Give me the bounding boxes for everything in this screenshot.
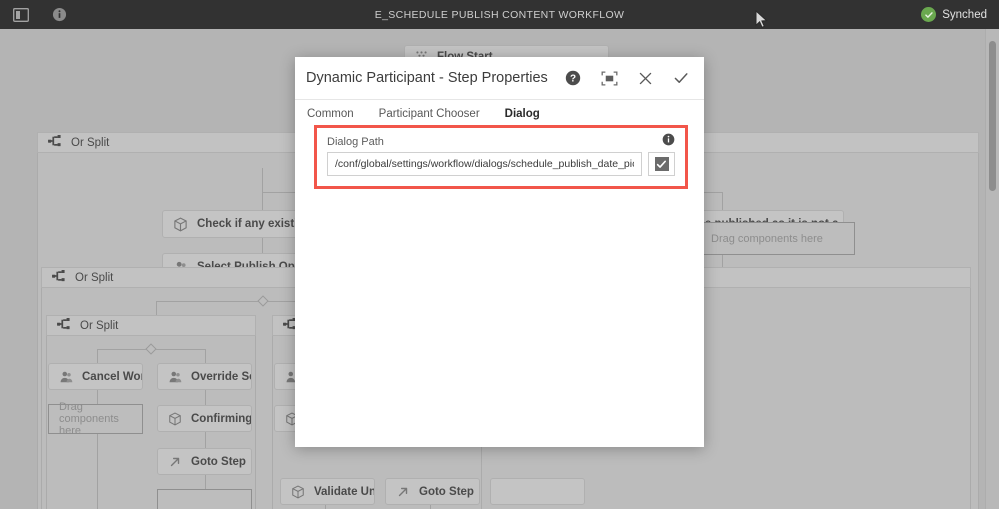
connector-line xyxy=(262,168,263,193)
drop-zone-right[interactable]: Drag components here xyxy=(700,222,855,255)
tab-dialog[interactable]: Dialog xyxy=(504,100,540,127)
workflow-title: E_SCHEDULE PUBLISH CONTENT WORKFLOW xyxy=(374,8,625,21)
check-circle-icon xyxy=(921,7,937,22)
arrow-up-right-icon xyxy=(168,455,182,469)
top-bar: E_SCHEDULE PUBLISH CONTENT WORKFLOW Sync… xyxy=(0,0,999,29)
fullscreen-icon[interactable] xyxy=(600,69,618,87)
workflow-node-label: Or Split xyxy=(80,319,119,332)
app-root: Flow Start Or Split Check if any existin… xyxy=(0,0,999,509)
drop-zone-label: Drag components here xyxy=(711,232,823,245)
tab-label: Dialog xyxy=(504,107,540,120)
arrow-up-right-icon xyxy=(396,485,410,499)
svg-text:?: ? xyxy=(570,74,576,85)
connector-line xyxy=(325,505,326,509)
workflow-node-label: Goto Step xyxy=(419,485,474,498)
workflow-header-or-split-3[interactable]: Or Split xyxy=(46,315,256,336)
connector-line xyxy=(262,238,263,254)
package-icon xyxy=(291,484,305,499)
step-properties-dialog: Dynamic Participant - Step Properties ? … xyxy=(295,57,704,447)
sync-status-label: Synched xyxy=(942,8,987,21)
user-icon xyxy=(59,370,73,384)
dialog-title: Dynamic Participant - Step Properties xyxy=(306,70,548,86)
tab-label: Participant Chooser xyxy=(378,107,480,120)
dialog-path-label-row: Dialog Path xyxy=(327,133,675,151)
info-circle-icon[interactable] xyxy=(662,133,675,151)
dialog-path-highlight: Dialog Path xyxy=(314,125,688,189)
sync-status: Synched xyxy=(921,0,987,29)
dialog-header-actions: ? xyxy=(564,69,690,87)
confirm-icon[interactable] xyxy=(672,69,690,87)
workflow-node-label: Goto Step xyxy=(191,455,246,468)
workflow-node-override-schedule[interactable]: Override Sc... xyxy=(157,363,252,390)
workflow-node-extra[interactable] xyxy=(490,478,585,505)
package-icon xyxy=(173,216,188,232)
or-split-icon xyxy=(48,135,62,150)
or-split-icon xyxy=(57,318,71,333)
workflow-node-confirming[interactable]: Confirming ... xyxy=(157,405,252,432)
tab-label: Common xyxy=(307,107,354,120)
dialog-tabs: Common Participant Chooser Dialog xyxy=(295,100,704,127)
dialog-path-field-row xyxy=(327,152,675,176)
top-bar-left-actions xyxy=(0,5,69,25)
dialog-header: Dynamic Participant - Step Properties ? xyxy=(295,57,704,100)
close-icon[interactable] xyxy=(636,69,654,87)
tab-common[interactable]: Common xyxy=(307,100,354,127)
or-split-icon xyxy=(52,270,66,285)
connector-line xyxy=(430,505,431,509)
dialog-path-label: Dialog Path xyxy=(327,136,384,148)
connector-line xyxy=(205,432,206,449)
user-icon xyxy=(168,370,182,384)
workflow-node-validate-un[interactable]: Validate Un... xyxy=(280,478,375,505)
workflow-node-label: Or Split xyxy=(75,271,114,284)
package-icon xyxy=(168,411,182,426)
workflow-node-label: Override Sc... xyxy=(191,370,251,383)
workflow-node-cancel-workflow[interactable]: Cancel Wor... xyxy=(48,363,143,390)
workflow-node-label: Cancel Wor... xyxy=(82,370,143,383)
connector-line xyxy=(97,434,98,509)
vertical-scrollbar[interactable] xyxy=(985,29,999,509)
drop-zone-label: Drag components here xyxy=(59,401,119,437)
dialog-path-input[interactable] xyxy=(327,152,642,176)
checkbox-checked-icon xyxy=(654,157,669,171)
dialog-path-picker-button[interactable] xyxy=(648,152,675,176)
panel-toggle-icon[interactable] xyxy=(11,5,31,25)
workflow-node-goto-step-1[interactable]: Goto Step xyxy=(157,448,252,475)
workflow-node-label: Validate Un... xyxy=(314,485,375,498)
info-circle-icon[interactable] xyxy=(49,5,69,25)
drop-zone-left[interactable]: Drag components here xyxy=(48,401,143,437)
tab-participant-chooser[interactable]: Participant Chooser xyxy=(379,100,480,127)
workflow-node-goto-step-2[interactable]: Goto Step xyxy=(385,478,480,505)
workflow-node-label: Confirming ... xyxy=(191,412,252,425)
drop-zone-bottom[interactable] xyxy=(157,489,252,509)
scrollbar-thumb[interactable] xyxy=(989,41,996,191)
workflow-node-label: Or Split xyxy=(71,136,110,149)
help-icon[interactable]: ? xyxy=(564,69,582,87)
